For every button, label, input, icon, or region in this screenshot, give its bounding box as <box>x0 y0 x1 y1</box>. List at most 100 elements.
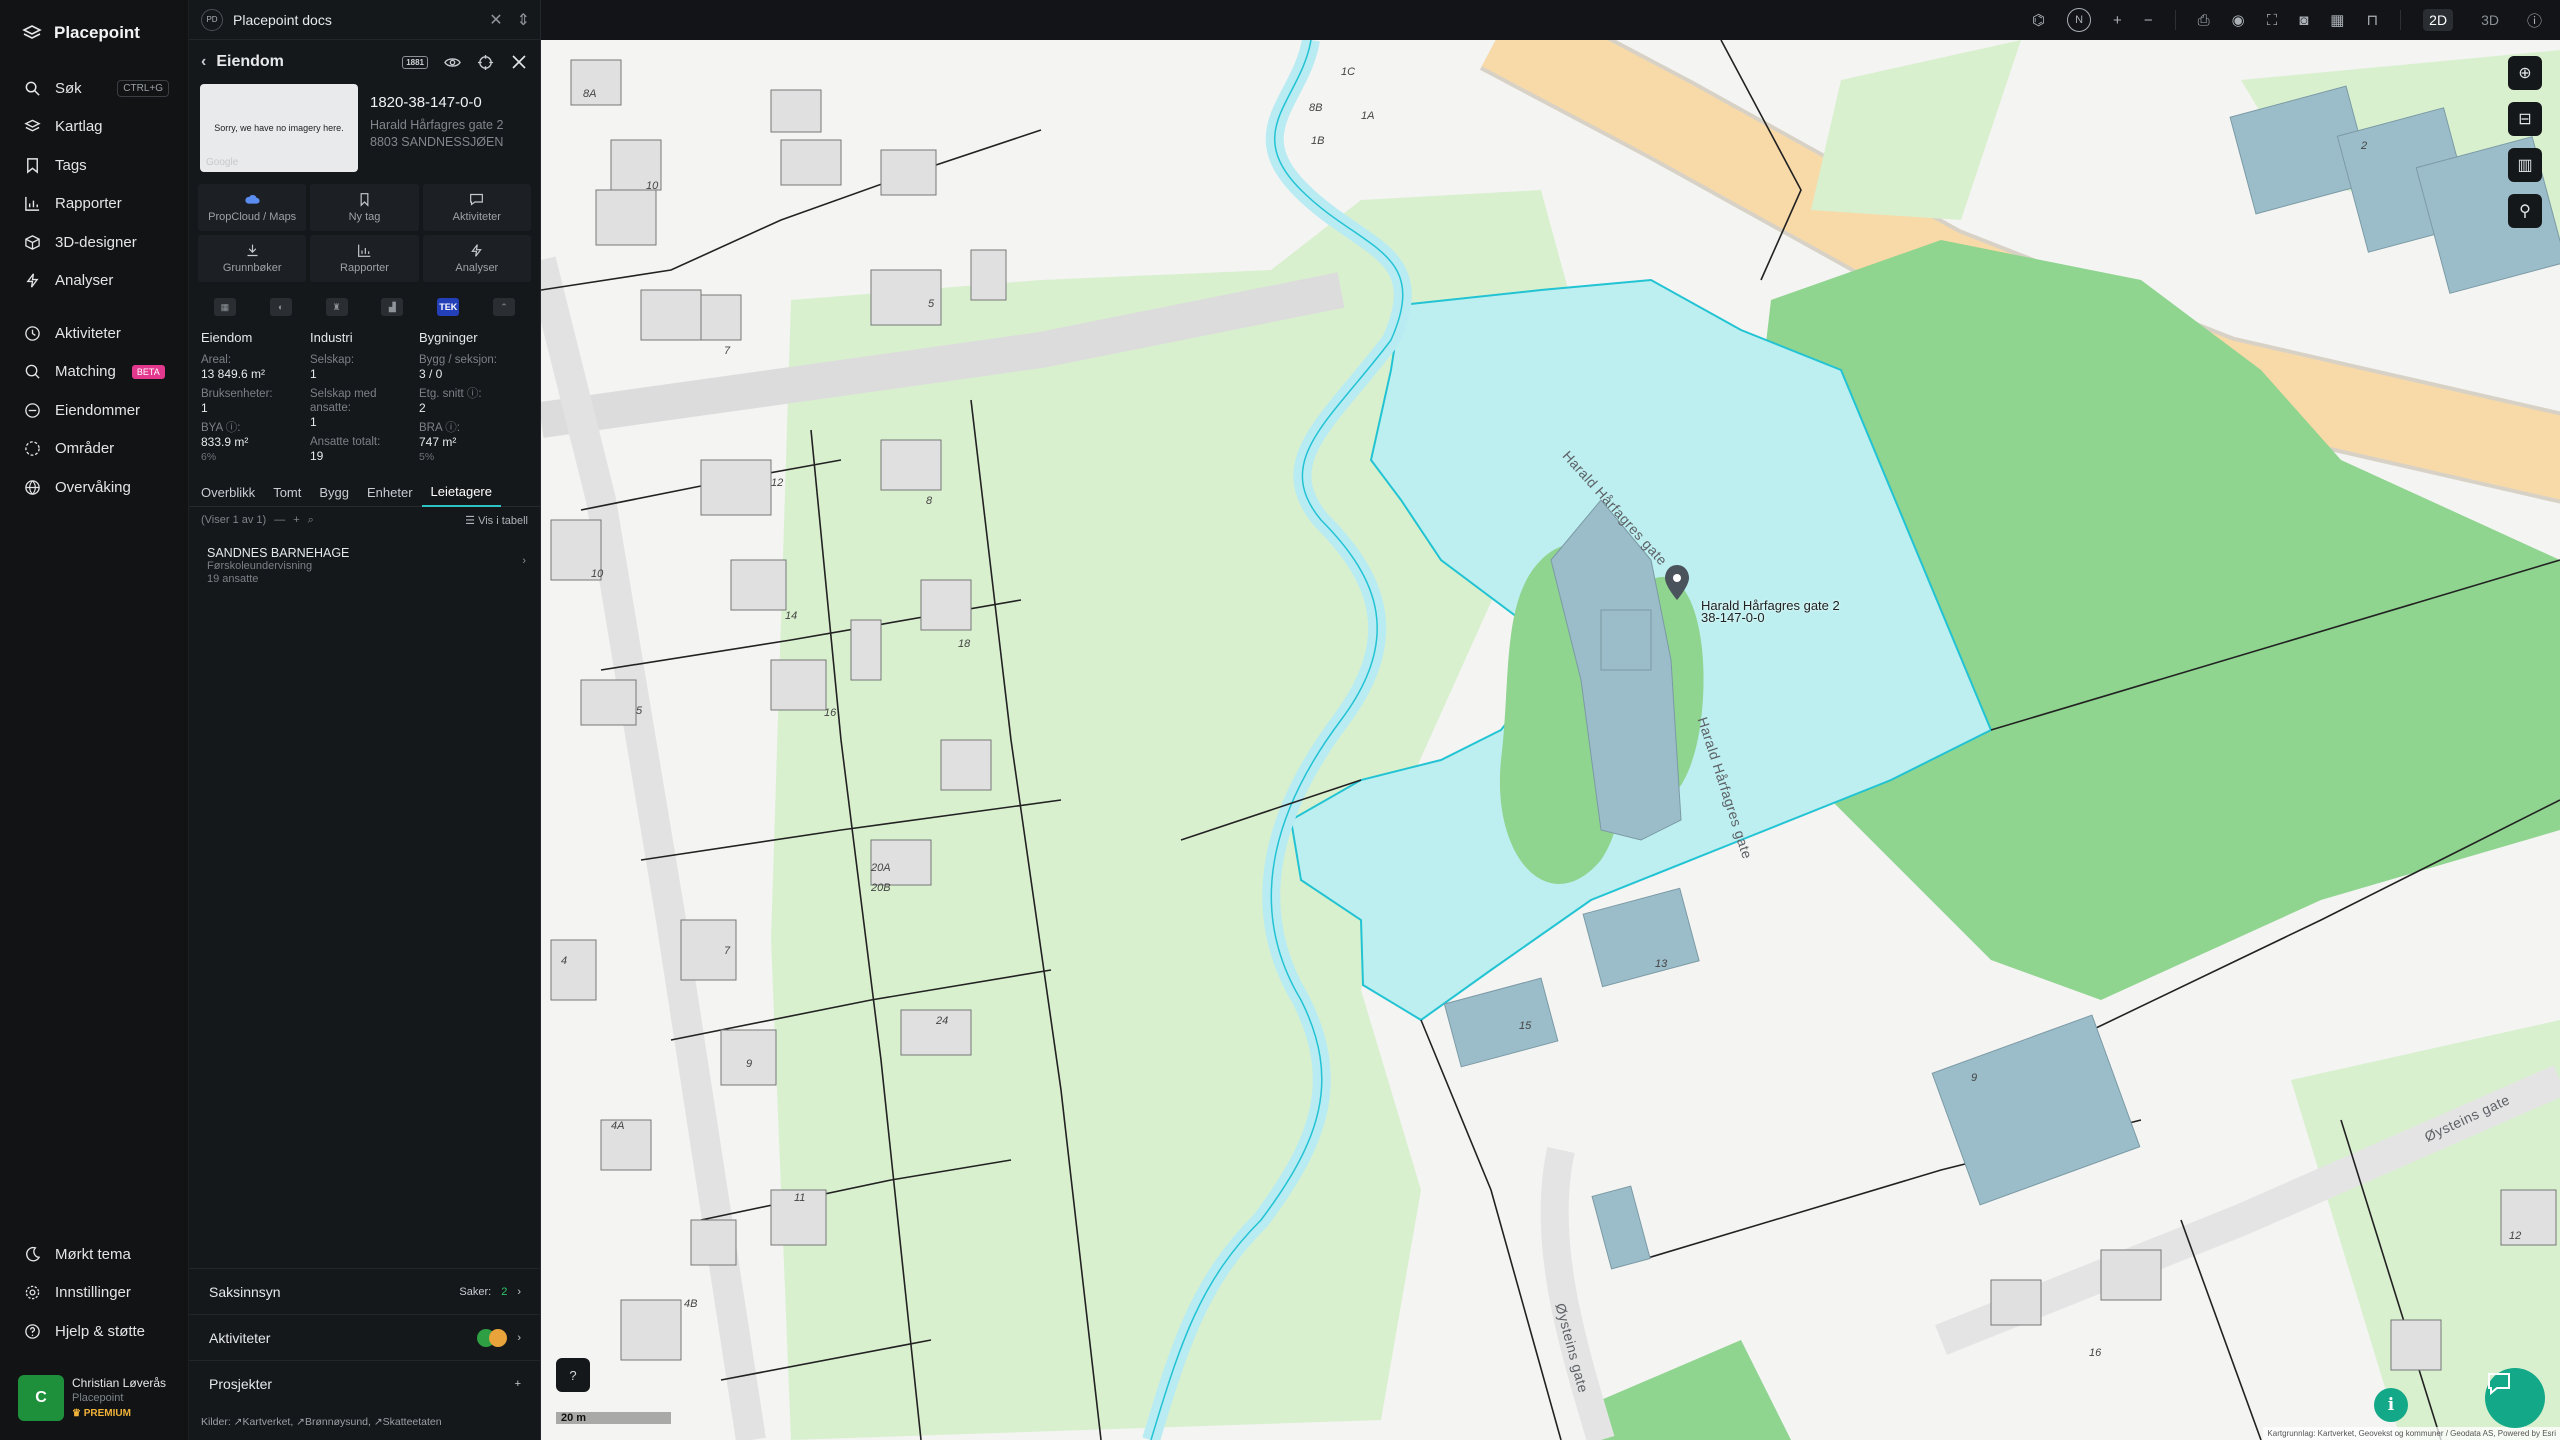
nav-item-3d-designer[interactable]: 3D-designer <box>0 223 189 262</box>
house-number: 12 <box>2509 1230 2522 1242</box>
nav-item-analyser[interactable]: Analyser <box>0 262 189 301</box>
nav-item-sok[interactable]: Søk CTRL+G <box>0 69 189 108</box>
search-icon[interactable]: ⌕ <box>308 514 314 527</box>
nav-item-eiendommer[interactable]: Eiendommer <box>0 391 189 430</box>
map-canvas[interactable]: Harald Hårfagres gate 2 38-147-0-0 Haral… <box>541 40 2560 1440</box>
tek-button[interactable]: TEK <box>437 298 460 316</box>
workspace-title[interactable]: Placepoint docs <box>233 12 332 28</box>
eye-icon[interactable] <box>444 54 461 71</box>
analyze-button[interactable]: Analyser <box>422 235 531 282</box>
tenant-list-toolbar: (Viser 1 av 1) — + ⌕ ☰ Vis i tabell <box>189 507 540 533</box>
fingerprint-icon[interactable]: ⌬ <box>2032 11 2045 29</box>
list-item[interactable]: SANDNES BARNEHAGE Førskoleundervisning 1… <box>189 533 540 586</box>
cube-icon <box>25 234 40 250</box>
close-icon[interactable]: ✕ <box>489 10 502 30</box>
fullscreen-icon[interactable]: ⛶ <box>2267 12 2278 29</box>
house-number: 5 <box>928 298 935 310</box>
action-label: Ny tag <box>348 211 381 223</box>
source-link[interactable]: Skatteetaten <box>383 1416 442 1428</box>
imagery-logo: Google <box>206 157 239 168</box>
ssb-icon[interactable]: ▦ <box>213 298 236 316</box>
info-button[interactable]: i <box>2374 1388 2408 1422</box>
nav-label: Tags <box>55 156 87 174</box>
avatar: C <box>18 1375 64 1421</box>
nav-item-help[interactable]: Hjelp & støtte <box>0 1312 189 1351</box>
bars-icon[interactable]: ▟ <box>381 298 404 316</box>
property-address-line2: 8803 SANDNESSJØEN <box>370 135 504 149</box>
activities-button[interactable]: Aktiviteter <box>422 184 531 231</box>
house-number: 12 <box>771 477 784 489</box>
aktiviteter-section[interactable]: Aktiviteter › <box>189 1314 541 1360</box>
propcloud-button[interactable]: PropCloud / Maps <box>198 184 307 231</box>
1881-button[interactable]: 1881 <box>402 55 428 69</box>
print-icon[interactable]: ⎙ <box>2198 12 2210 29</box>
nav-label: Aktiviteter <box>55 324 121 342</box>
nav-item-dark-theme[interactable]: Mørkt tema <box>0 1235 189 1274</box>
chart-icon[interactable]: ▥ <box>2508 148 2542 182</box>
locate-icon[interactable]: ⊕ <box>2508 56 2542 90</box>
house-number: 8A <box>583 88 597 100</box>
nav-item-aktiviteter[interactable]: Aktiviteter <box>0 314 189 353</box>
crosshair-icon[interactable] <box>477 54 494 71</box>
prosjekter-section[interactable]: Prosjekter + <box>189 1360 541 1406</box>
nav-item-settings[interactable]: Innstillinger <box>0 1274 189 1313</box>
nav-item-rapporter[interactable]: Rapporter <box>0 185 189 224</box>
stat-value: 747 m² <box>419 435 457 449</box>
user-profile[interactable]: C Christian Løverås Placepoint ♛ PREMIUM <box>10 1366 180 1430</box>
table-view-button[interactable]: ☰ Vis i tabell <box>465 514 528 527</box>
tab-overblikk[interactable]: Overblikk <box>201 479 264 507</box>
tab-bygg[interactable]: Bygg <box>310 479 358 507</box>
eye-icon[interactable]: ◉ <box>2232 11 2245 29</box>
globe-icon[interactable]: ◐ <box>269 298 292 316</box>
tab-leietagere[interactable]: Leietagere <box>421 479 501 507</box>
property-info[interactable]: 1820-38-147-0-0 Harald Hårfagres gate 2 … <box>370 84 503 176</box>
zoom-in-icon[interactable]: + <box>2113 12 2122 29</box>
tab-tomt[interactable]: Tomt <box>264 479 310 507</box>
new-tag-button[interactable]: Ny tag <box>310 184 419 231</box>
collapse-icon[interactable]: — <box>274 514 285 526</box>
2d-toggle[interactable]: 2D <box>2423 9 2454 31</box>
bolt-icon <box>471 244 483 257</box>
tenant-name: SANDNES BARNEHAGE <box>207 546 350 560</box>
app-logo[interactable]: Placepoint <box>22 20 140 46</box>
nav-label: Analyser <box>55 272 114 290</box>
nav-item-matching[interactable]: Matching BETA <box>0 353 189 392</box>
crest-icon[interactable]: ♜ <box>325 298 348 316</box>
help-button[interactable]: ? <box>556 1358 590 1392</box>
nav-item-tags[interactable]: Tags <box>0 146 189 185</box>
action-label: PropCloud / Maps <box>208 211 297 223</box>
placepoint-logo-icon <box>22 25 42 39</box>
source-link[interactable]: Kartverket <box>242 1416 290 1428</box>
camera-icon[interactable]: ◙ <box>2299 12 2308 29</box>
grid-icon[interactable]: ▦ <box>2330 11 2344 29</box>
street-view-thumbnail[interactable]: Sorry, we have no imagery here. Google <box>200 84 358 172</box>
measure-icon[interactable]: ⊟ <box>2508 102 2542 136</box>
imagery-message: Sorry, we have no imagery here. <box>214 123 344 133</box>
close-icon[interactable] <box>510 53 528 71</box>
compass-button[interactable]: N <box>2067 8 2092 32</box>
add-icon[interactable]: + <box>293 514 299 526</box>
tab-enheter[interactable]: Enheter <box>358 479 422 507</box>
nav-item-omrader[interactable]: Områder <box>0 430 189 469</box>
nav-label: Eiendommer <box>55 401 141 419</box>
bookmark-icon[interactable]: ⊓ <box>2366 11 2378 29</box>
chevron-updown-icon[interactable]: ⇕ <box>517 10 530 30</box>
filter-icon[interactable]: ⚲ <box>2508 194 2542 228</box>
house-number: 14 <box>785 610 798 622</box>
nav-item-overvaking[interactable]: Overvåking <box>0 468 189 507</box>
chevron-up-icon[interactable]: ⌃ <box>493 298 516 316</box>
stat-label: Etg. snitt ⓘ: <box>419 388 482 400</box>
pin-label[interactable]: Harald Hårfagres gate 2 38-147-0-0 <box>1701 599 1840 624</box>
stat-value: 3 / 0 <box>419 367 443 381</box>
reports-button[interactable]: Rapporter <box>310 235 419 282</box>
zoom-out-icon[interactable]: − <box>2144 12 2153 29</box>
info-icon[interactable]: ⓘ <box>2527 10 2542 31</box>
nav-item-kartlag[interactable]: Kartlag <box>0 108 189 147</box>
chat-button[interactable] <box>2485 1368 2545 1428</box>
source-link[interactable]: Brønnøysund <box>305 1416 368 1428</box>
3d-toggle[interactable]: 3D <box>2475 9 2505 31</box>
back-icon[interactable]: ‹ <box>201 53 206 71</box>
saksinnsyn-section[interactable]: Saksinnsyn Saker: 2 › <box>189 1268 541 1314</box>
plus-icon[interactable]: + <box>515 1378 521 1390</box>
grunnboker-button[interactable]: Grunnbøker <box>198 235 307 282</box>
